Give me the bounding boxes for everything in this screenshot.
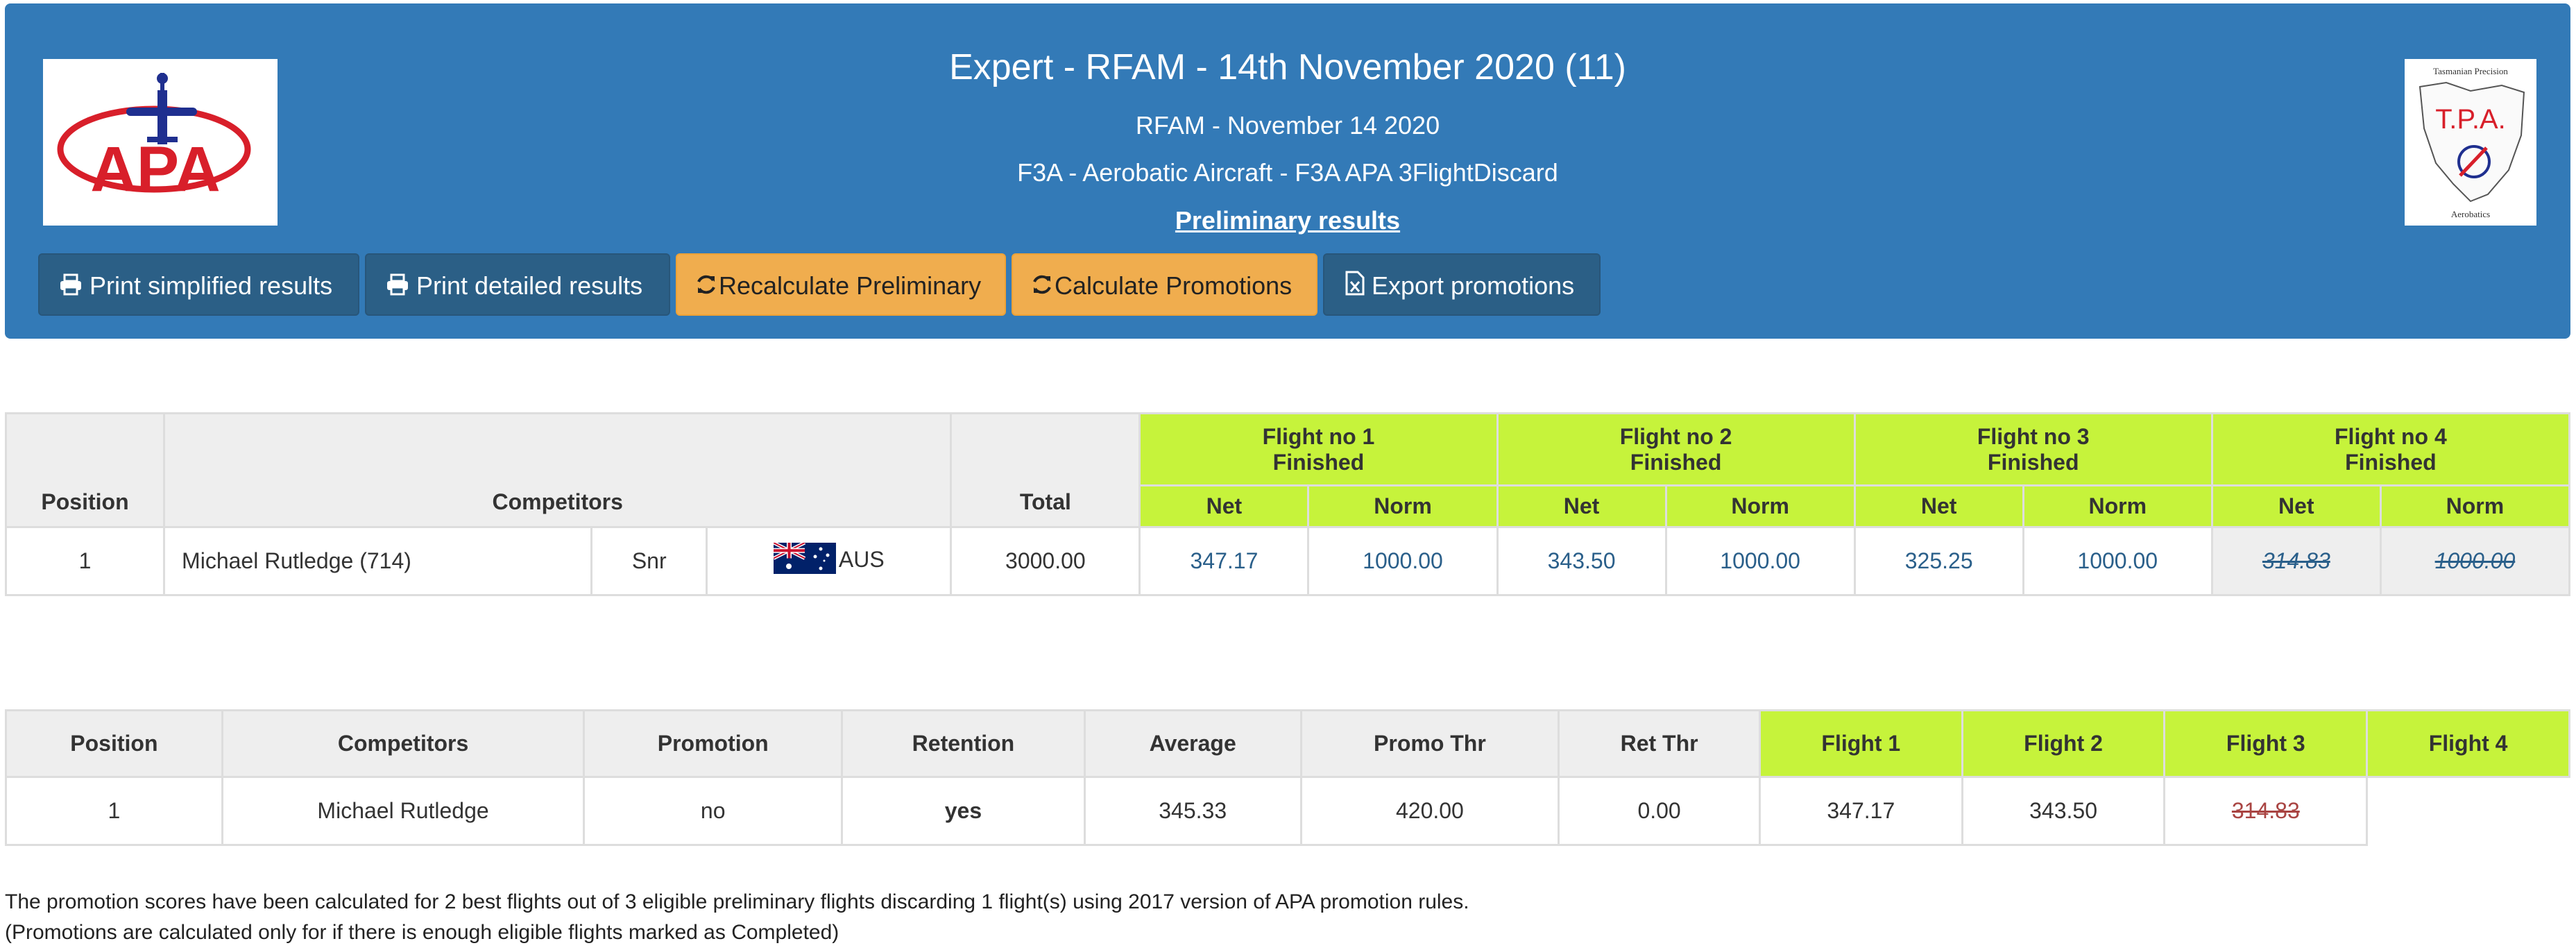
results-table: Position Competitors Total Flight no 1 Fi… [4, 412, 2571, 596]
flight-1-norm[interactable]: 1000.00 [1307, 526, 1499, 596]
net-header: Net [1138, 484, 1310, 528]
competitors-header: Competitors [163, 412, 953, 528]
print-detailed-label: Print detailed results [416, 271, 643, 300]
net-header: Net [2210, 484, 2382, 528]
table-row: 1 Michael Rutledge no yes 345.33 420.00 … [5, 776, 2570, 846]
flight-4-status: Finished [2345, 449, 2437, 475]
refresh-icon [1031, 256, 1053, 319]
export-promotions-label: Export promotions [1372, 271, 1575, 300]
total-cell: 3000.00 [950, 526, 1141, 596]
page-title: Expert - RFAM - 14th November 2020 (11) [949, 47, 1626, 87]
export-promotions-button[interactable]: Export promotions [1323, 253, 1601, 316]
competitor-name: Michael Rutledge (714) [163, 526, 593, 596]
flight-1-header: Flight no 1 Finished [1138, 412, 1499, 486]
header-panel: APA Expert - RFAM - 14th November 2020 (… [5, 3, 2570, 339]
australia-flag-icon [772, 541, 836, 579]
table-row: 1 Michael Rutledge (714) Snr AUS 3000.00… [4, 526, 2571, 596]
norm-header: Norm [2379, 484, 2571, 528]
promo-thr-cell: 420.00 [1299, 776, 1560, 846]
promo-competitors-header: Competitors [221, 709, 586, 778]
flight-3-status: Finished [1987, 449, 2079, 475]
net-header: Net [1853, 484, 2024, 528]
svg-text:Tasmanian Precision: Tasmanian Precision [2433, 66, 2508, 76]
retention-cell: yes [841, 776, 1086, 846]
total-header: Total [950, 412, 1141, 528]
flight-1-name: Flight no 1 [1262, 423, 1375, 449]
printer-icon [59, 256, 83, 319]
promo-position-cell: 1 [5, 776, 223, 846]
competitor-class: Snr [590, 526, 708, 596]
average-cell: 345.33 [1083, 776, 1302, 846]
refresh-icon [695, 256, 717, 319]
flight-2-score: 343.50 [1961, 776, 2166, 846]
flight-3-col-header: Flight 3 [2163, 709, 2369, 778]
flight-2-name: Flight no 2 [1619, 423, 1732, 449]
flight-2-net[interactable]: 343.50 [1496, 526, 1667, 596]
net-header: Net [1496, 484, 1667, 528]
print-simplified-label: Print simplified results [89, 271, 333, 300]
country-code: AUS [838, 546, 885, 572]
flight-4-norm-discarded[interactable]: 1000.00 [2379, 526, 2571, 596]
calculate-promotions-label: Calculate Promotions [1055, 271, 1293, 300]
norm-header: Norm [1664, 484, 1856, 528]
average-header: Average [1083, 709, 1302, 778]
print-simplified-button[interactable]: Print simplified results [38, 253, 359, 316]
tpa-logo: Tasmanian Precision T.P.A. Aerobatics [2405, 59, 2536, 226]
category-label: F3A - Aerobatic Aircraft - F3A APA 3Flig… [1017, 158, 1558, 187]
flight-3-score-discarded: 314.83 [2163, 776, 2369, 846]
calculate-promotions-button[interactable]: Calculate Promotions [1012, 253, 1317, 316]
position-header: Position [4, 412, 166, 528]
retention-header: Retention [841, 709, 1086, 778]
flight-4-col-header: Flight 4 [2366, 709, 2570, 778]
recalculate-preliminary-label: Recalculate Preliminary [719, 271, 982, 300]
ret-thr-cell: 0.00 [1558, 776, 1761, 846]
flight-3-name: Flight no 3 [1977, 423, 2090, 449]
promotion-note-line-1: The promotion scores have been calculate… [5, 890, 1469, 913]
flight-4-header: Flight no 4 Finished [2210, 412, 2571, 486]
event-subtitle: RFAM - November 14 2020 [1135, 111, 1440, 139]
promotions-table: Position Competitors Promotion Retention… [5, 709, 2570, 846]
flight-1-col-header: Flight 1 [1758, 709, 1963, 778]
flight-3-norm[interactable]: 1000.00 [2022, 526, 2213, 596]
flight-1-net[interactable]: 347.17 [1138, 526, 1310, 596]
printer-icon [386, 256, 409, 319]
recalculate-preliminary-button[interactable]: Recalculate Preliminary [676, 253, 1006, 316]
flight-2-col-header: Flight 2 [1961, 709, 2166, 778]
position-cell: 1 [4, 526, 166, 596]
promo-thr-header: Promo Thr [1299, 709, 1560, 778]
promotion-note-line-2: (Promotions are calculated only for if t… [5, 921, 839, 944]
excel-file-icon [1345, 256, 1365, 319]
flight-3-net[interactable]: 325.25 [1853, 526, 2024, 596]
norm-header: Norm [2022, 484, 2213, 528]
promo-competitor-name: Michael Rutledge [221, 776, 586, 846]
print-detailed-button[interactable]: Print detailed results [365, 253, 670, 316]
flight-4-score-empty [2366, 777, 2570, 845]
flight-4-net-discarded[interactable]: 314.83 [2210, 526, 2382, 596]
ret-thr-header: Ret Thr [1558, 709, 1761, 778]
flight-2-header: Flight no 2 Finished [1496, 412, 1856, 486]
promo-position-header: Position [5, 709, 223, 778]
flight-4-name: Flight no 4 [2335, 423, 2447, 449]
flight-1-status: Finished [1272, 449, 1365, 475]
svg-text:Aerobatics: Aerobatics [2451, 209, 2490, 219]
promotion-notes: The promotion scores have been calculate… [5, 887, 1469, 948]
svg-text:T.P.A.: T.P.A. [2435, 104, 2506, 135]
promotion-header: Promotion [583, 709, 844, 778]
country-cell: AUS [706, 526, 953, 596]
preliminary-results-link[interactable]: Preliminary results [5, 206, 2570, 235]
flight-1-score: 347.17 [1758, 776, 1963, 846]
flight-2-status: Finished [1630, 449, 1722, 475]
flight-2-norm[interactable]: 1000.00 [1664, 526, 1856, 596]
promotion-cell: no [583, 776, 844, 846]
flight-3-header: Flight no 3 Finished [1853, 412, 2213, 486]
norm-header: Norm [1307, 484, 1499, 528]
